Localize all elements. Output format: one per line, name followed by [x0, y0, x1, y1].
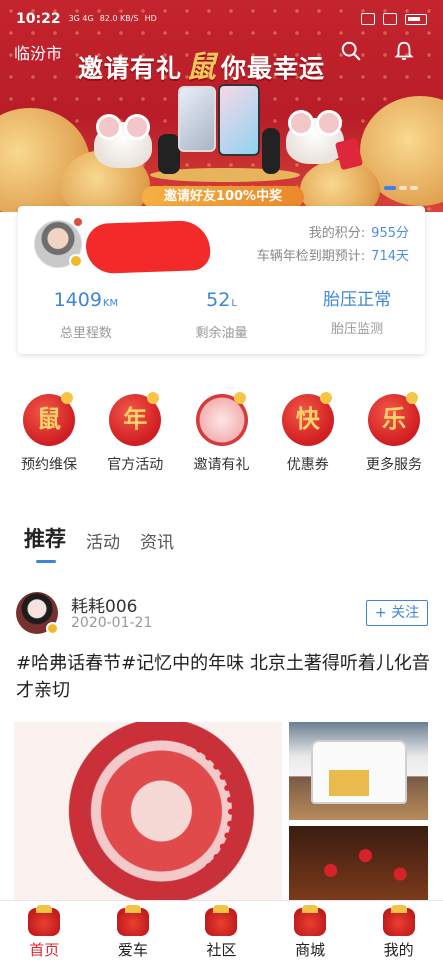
car-icon [116, 905, 149, 936]
inspection-value: 714天 [371, 249, 409, 264]
battery-icon [405, 13, 427, 25]
nav-community[interactable]: 社区 [177, 901, 266, 960]
nav-profile-label: 我的 [383, 941, 414, 959]
banner-pill-label[interactable]: 邀请好友100%中奖 [142, 186, 304, 208]
carousel-dot [399, 186, 407, 190]
tab-news[interactable]: 资讯 [140, 528, 174, 563]
nav-home[interactable]: 首页 [0, 901, 89, 960]
service-invite-label: 邀请有礼 [193, 457, 250, 473]
stat-fuel-unit: L [231, 298, 237, 309]
verified-badge-icon [69, 254, 83, 268]
service-coupons-label: 优惠券 [286, 457, 329, 473]
search-icon[interactable] [340, 40, 362, 62]
stat-fuel-value: 52 [206, 289, 231, 311]
carousel-indicator [384, 186, 418, 190]
maintenance-icon: 鼠 [23, 392, 75, 446]
official-events-icon: 年 [109, 392, 162, 446]
stat-tire-label: 胎压监测 [331, 322, 384, 337]
phone-image-2 [218, 84, 260, 156]
service-maintenance-label: 预约维保 [21, 457, 77, 473]
phone-image [178, 86, 216, 152]
redacted-username [85, 219, 211, 275]
stat-fuel-label: 剩余油量 [195, 326, 248, 341]
bell-icon[interactable] [393, 40, 415, 62]
stat-mileage-value: 1409 [53, 289, 102, 311]
papercut-pattern [74, 732, 234, 892]
community-icon [205, 905, 238, 936]
points-value: 955分 [371, 226, 409, 241]
status-right [361, 13, 427, 25]
status-speed: 82.0 KB/S [99, 14, 139, 23]
banner-title-highlight: 鼠 [186, 50, 218, 85]
carousel-dot-active [384, 186, 396, 190]
post-image-candied-haws[interactable] [289, 826, 428, 900]
smart-band-image [262, 128, 280, 174]
service-official-events[interactable]: 年 官方活动 [92, 392, 178, 474]
tab-recommended[interactable]: 推荐 [24, 523, 66, 563]
nav-my-car-label: 爱车 [117, 941, 148, 959]
mall-icon [294, 905, 327, 936]
nav-mall[interactable]: 商城 [266, 901, 355, 960]
nav-community-label: 社区 [206, 941, 237, 959]
nav-profile[interactable]: 我的 [354, 901, 443, 960]
nav-home-label: 首页 [29, 941, 60, 959]
inspection-label: 车辆年检到期预计: [256, 249, 366, 264]
status-bar: 10:22 3G 4G 82.0 KB/S HD [16, 10, 427, 28]
service-official-events-label: 官方活动 [107, 457, 164, 473]
more-services-icon: 乐 [368, 392, 420, 446]
inspection-line[interactable]: 车辆年检到期预计: 714天 [257, 245, 409, 264]
mouse-mascot-right [286, 110, 344, 164]
post-verified-badge-icon [46, 622, 59, 635]
invite-mouse-icon [195, 392, 248, 446]
vibrate-icon [383, 13, 397, 25]
city-selector[interactable]: 临汾市 [14, 40, 62, 64]
status-time: 10:22 [16, 11, 61, 27]
stat-tire-value: 胎压正常 [323, 290, 392, 310]
post-date: 2020-01-21 [71, 615, 153, 631]
mouse-mascot-left [94, 114, 152, 168]
profile-icon [382, 905, 415, 936]
service-more-label: 更多服务 [366, 457, 422, 473]
points-label: 我的积分: [308, 226, 366, 241]
alarm-icon [361, 13, 375, 25]
post-author-name[interactable]: 耗耗006 [71, 592, 137, 617]
nav-mall-label: 商城 [295, 941, 326, 959]
stat-mileage-label: 总里程数 [59, 326, 112, 341]
service-maintenance[interactable]: 鼠 预约维保 [6, 392, 92, 474]
bottom-navigation: 首页 爱车 社区 商城 我的 [0, 900, 443, 960]
coupons-icon: 快 [281, 392, 334, 446]
post-image-car-trunk[interactable] [289, 722, 428, 820]
banner-title-part1: 邀请有礼 [78, 54, 183, 83]
level-badge-icon [72, 216, 84, 228]
earbuds-image [158, 134, 180, 174]
carousel-dot [410, 186, 418, 190]
stat-mileage[interactable]: 1409KM 总里程数 [18, 288, 154, 341]
points-line[interactable]: 我的积分: 955分 [309, 222, 409, 241]
home-icon [28, 905, 61, 936]
banner-title: 邀请有礼鼠你最幸运 [78, 42, 378, 86]
stat-tire-pressure[interactable]: 胎压正常 胎压监测 [289, 288, 425, 341]
post-image-papercut[interactable] [14, 722, 282, 900]
service-coupons[interactable]: 快 优惠券 [265, 392, 351, 474]
promo-banner[interactable]: 10:22 3G 4G 82.0 KB/S HD 临汾市 邀请有礼鼠你最幸运 邀… [0, 0, 443, 212]
service-more[interactable]: 乐 更多服务 [351, 392, 437, 474]
cloud-right2-illustration [300, 160, 380, 212]
tab-activities[interactable]: 活动 [86, 528, 120, 563]
status-hd: HD [144, 14, 157, 23]
status-network: 3G 4G [68, 14, 94, 23]
stat-fuel[interactable]: 52L 剩余油量 [154, 288, 290, 341]
gift-box-illustration [329, 770, 369, 796]
stat-mileage-unit: KM [102, 298, 119, 309]
nav-my-car[interactable]: 爱车 [89, 901, 178, 960]
post-text[interactable]: #哈弗话春节#记忆中的年味 北京土著得听着儿化音才亲切 [16, 650, 430, 704]
quick-services: 鼠 预约维保 年 官方活动 邀请有礼 快 优惠券 乐 更多服务 [0, 392, 443, 474]
banner-title-part2: 你最幸运 [221, 54, 326, 83]
follow-button[interactable]: + 关注 [366, 600, 428, 626]
vehicle-stats: 1409KM 总里程数 52L 剩余油量 胎压正常 胎压监测 [18, 288, 425, 341]
feed-tabs: 推荐 活动 资讯 [24, 523, 174, 563]
profile-card[interactable]: 我的积分: 955分 车辆年检到期预计: 714天 1409KM 总里程数 52L … [18, 206, 425, 354]
service-invite[interactable]: 邀请有礼 [179, 392, 265, 474]
